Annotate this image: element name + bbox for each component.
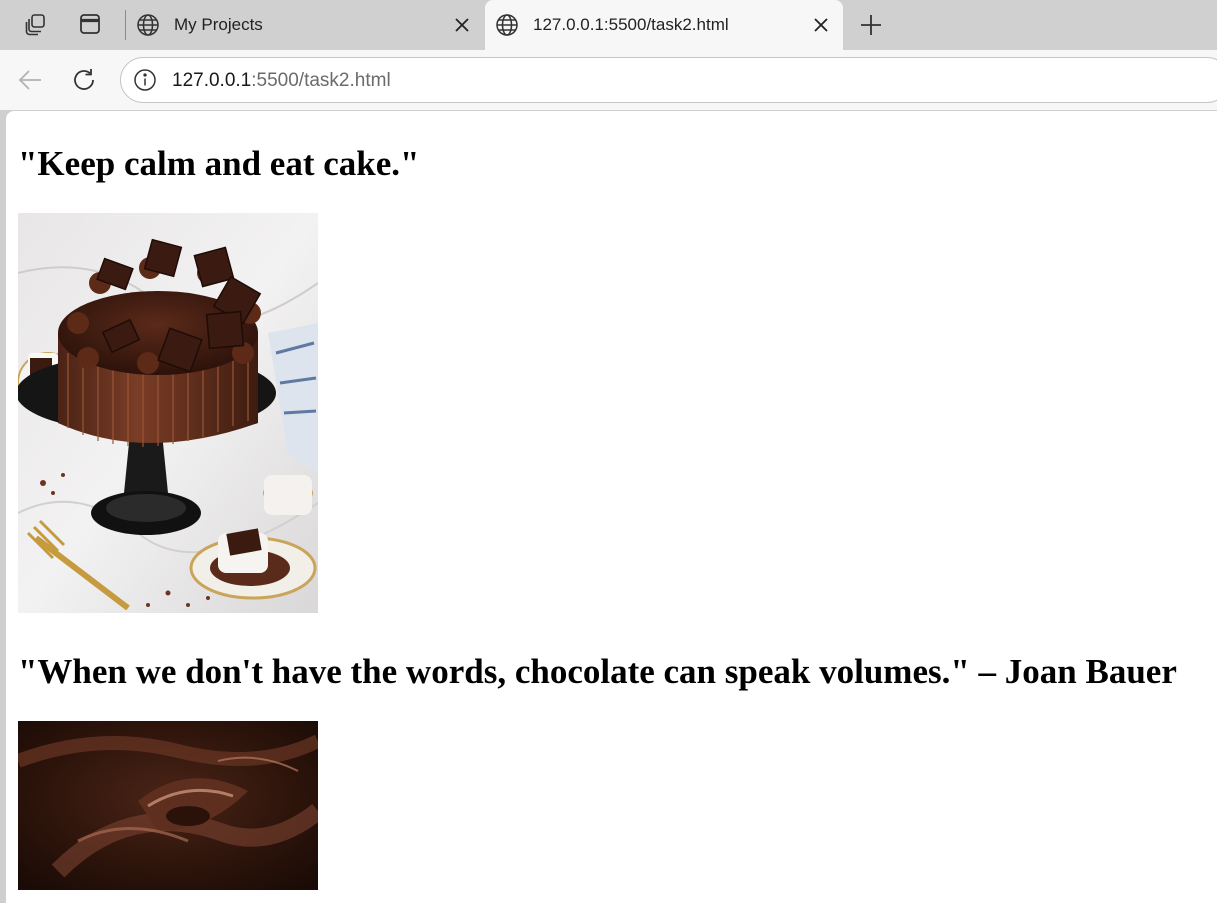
workspaces-icon[interactable] — [20, 8, 52, 40]
tab-title: 127.0.0.1:5500/task2.html — [533, 15, 729, 34]
new-tab-icon[interactable] — [855, 9, 887, 41]
chocolate-quote-heading: "When we don't have the words, chocolate… — [18, 652, 1177, 691]
refresh-icon[interactable] — [68, 64, 100, 96]
browser-toolbar: 127.0.0.1:5500/task2.html — [0, 50, 1217, 110]
address-bar[interactable]: 127.0.0.1:5500/task2.html — [120, 57, 1217, 103]
url-text[interactable]: 127.0.0.1:5500/task2.html — [172, 70, 391, 92]
tab-title: My Projects — [174, 15, 263, 34]
close-tab-icon[interactable] — [450, 13, 474, 37]
url-path: :5500/task2.html — [251, 70, 391, 91]
url-host: 127.0.0.1 — [172, 70, 252, 91]
tab-task2[interactable]: 127.0.0.1:5500/task2.html — [485, 0, 843, 50]
close-tab-icon[interactable] — [809, 13, 833, 37]
vertical-tabs-icon[interactable] — [74, 8, 106, 40]
chocolate-cake-image — [18, 213, 318, 613]
globe-icon — [136, 13, 160, 37]
cake-quote-heading: "Keep calm and eat cake." — [18, 144, 420, 183]
back-arrow-icon[interactable] — [14, 64, 46, 96]
tab-strip: My Projects 127.0.0.1:5500/task2.html — [0, 0, 1217, 50]
tab-my-projects[interactable]: My Projects — [134, 0, 486, 50]
site-info-icon[interactable] — [132, 67, 158, 93]
page-viewport: "Keep calm and eat cake." "When we don't… — [6, 111, 1217, 903]
globe-icon — [495, 13, 519, 37]
melted-chocolate-image — [18, 721, 318, 890]
tab-separator — [125, 10, 126, 40]
